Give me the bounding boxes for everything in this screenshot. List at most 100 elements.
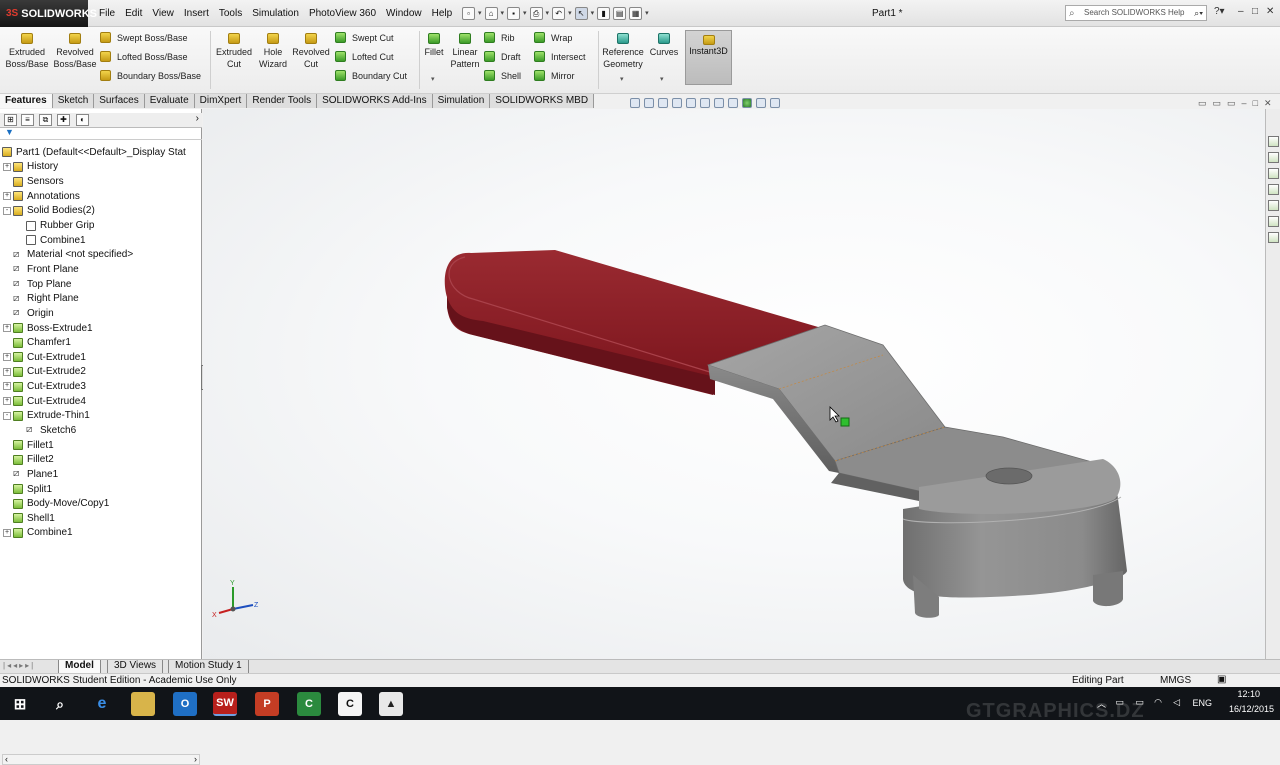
- tree-node[interactable]: ⧄ Material <not specified>: [0, 247, 202, 262]
- design-library-icon[interactable]: [1268, 152, 1279, 163]
- mirror-button[interactable]: Mirror: [534, 70, 575, 81]
- options-icon[interactable]: ▦: [629, 6, 643, 20]
- tree-node[interactable]: Fillet1: [0, 438, 202, 453]
- menu-file[interactable]: File: [94, 8, 120, 19]
- displaymanager-tab-icon[interactable]: ◐: [76, 114, 89, 126]
- viewport-restore-icon[interactable]: □: [1253, 98, 1258, 109]
- tree-node[interactable]: ⧄ Origin: [0, 306, 202, 321]
- tree-node[interactable]: Fillet2: [0, 452, 202, 467]
- clock-time[interactable]: 12:10: [1237, 689, 1260, 699]
- viewport-split-icon[interactable]: ▭: [1213, 98, 1222, 109]
- help-icon[interactable]: ?▾: [1214, 6, 1225, 17]
- dynamic-annotation-icon[interactable]: [686, 98, 696, 108]
- volume-icon[interactable]: ◁: [1173, 697, 1180, 708]
- tree-filter[interactable]: ▼: [0, 127, 202, 140]
- menu-photoview[interactable]: PhotoView 360: [304, 8, 381, 19]
- windows-start-icon[interactable]: ⊞: [8, 692, 32, 716]
- menu-window[interactable]: Window: [381, 8, 427, 19]
- tab-addins[interactable]: SOLIDWORKS Add-Ins: [317, 94, 433, 108]
- curves-button[interactable]: Curves: [648, 33, 680, 58]
- tree-node[interactable]: + Cut-Extrude1: [0, 350, 202, 365]
- expand-icon[interactable]: +: [3, 352, 11, 361]
- view-palette-icon[interactable]: [1268, 184, 1279, 195]
- rib-button[interactable]: Rib: [484, 32, 515, 43]
- tree-node[interactable]: ⧄ Right Plane: [0, 291, 202, 306]
- scroll-right-icon[interactable]: ›: [194, 754, 197, 764]
- tree-node[interactable]: + Cut-Extrude2: [0, 365, 202, 380]
- expand-icon[interactable]: +: [3, 396, 11, 405]
- tree-node[interactable]: Combine1: [0, 233, 202, 248]
- graphics-area[interactable]: Y Z X: [203, 109, 1265, 659]
- zoom-to-fit-icon[interactable]: [630, 98, 640, 108]
- tab-dimxpert[interactable]: DimXpert: [194, 94, 248, 108]
- reference-geometry-button[interactable]: Reference Geometry: [600, 33, 646, 70]
- file-explorer-taskbar-icon[interactable]: [131, 692, 155, 716]
- tree-node[interactable]: ⧄ Front Plane: [0, 262, 202, 277]
- linear-pattern-button[interactable]: Linear Pattern: [448, 33, 482, 70]
- expand-icon[interactable]: +: [3, 323, 11, 332]
- tab-mbd[interactable]: SOLIDWORKS MBD: [490, 94, 595, 108]
- revolved-cut-button[interactable]: Revolved Cut: [291, 33, 331, 70]
- tab-evaluate[interactable]: Evaluate: [144, 94, 195, 108]
- intersect-button[interactable]: Intersect: [534, 51, 586, 62]
- expand-icon[interactable]: +: [3, 162, 11, 171]
- shell-button[interactable]: Shell: [484, 70, 521, 81]
- camtasia-icon[interactable]: C: [297, 692, 321, 716]
- fillet-dropdown-icon[interactable]: ▾: [431, 75, 435, 83]
- solidworks-forum-icon[interactable]: [1268, 232, 1279, 243]
- expand-panel-icon[interactable]: ›: [196, 113, 199, 124]
- revolved-boss-button[interactable]: Revolved Boss/Base: [52, 33, 98, 70]
- swept-boss-button[interactable]: Swept Boss/Base: [100, 32, 188, 43]
- rebuild-icon[interactable]: ▮: [597, 6, 611, 20]
- clock-date[interactable]: 16/12/2015: [1229, 704, 1274, 714]
- boundary-cut-button[interactable]: Boundary Cut: [335, 70, 407, 81]
- edge-browser-icon[interactable]: e: [90, 692, 114, 716]
- language-indicator[interactable]: ENG: [1192, 698, 1212, 708]
- expand-icon[interactable]: +: [3, 528, 11, 537]
- search-dropdown-icon[interactable]: ⌕▾: [1194, 6, 1203, 20]
- curves-dropdown-icon[interactable]: ▾: [660, 75, 664, 83]
- tab-motion-study[interactable]: Motion Study 1: [168, 660, 249, 673]
- print-icon[interactable]: ⎙: [529, 6, 543, 20]
- outlook-icon[interactable]: O: [173, 692, 197, 716]
- scroll-left-icon[interactable]: ‹: [5, 754, 8, 764]
- tree-node[interactable]: + Combine1: [0, 526, 202, 541]
- save-icon[interactable]: ▪: [507, 6, 521, 20]
- undo-icon[interactable]: ↶: [552, 6, 566, 20]
- collapse-icon[interactable]: -: [3, 411, 11, 420]
- tree-node[interactable]: ⧄ Top Plane: [0, 277, 202, 292]
- solidworks-taskbar-icon[interactable]: SW: [213, 692, 237, 716]
- dimxpertmanager-tab-icon[interactable]: ✚: [57, 114, 70, 126]
- tab-scroll-arrows-icon[interactable]: |◂◂▸▸|: [3, 661, 35, 670]
- search-help-input[interactable]: ⌕ Search SOLIDWORKS Help ⌕▾: [1065, 5, 1207, 21]
- tab-surfaces[interactable]: Surfaces: [94, 94, 145, 108]
- open-folder-icon[interactable]: ⌂: [484, 6, 498, 20]
- menu-help[interactable]: Help: [427, 8, 458, 19]
- restore-icon[interactable]: □: [1252, 6, 1258, 17]
- tree-horizontal-scrollbar[interactable]: ‹ ›: [2, 754, 200, 765]
- view-settings-icon[interactable]: [770, 98, 780, 108]
- tree-node[interactable]: Part1 (Default<<Default>_Display Stat: [0, 145, 202, 160]
- viewport-minimize-icon[interactable]: –: [1242, 98, 1247, 109]
- hide-show-items-icon[interactable]: [728, 98, 738, 108]
- previous-view-icon[interactable]: [658, 98, 668, 108]
- file-explorer-icon[interactable]: [1268, 168, 1279, 179]
- appearances-icon[interactable]: [1268, 200, 1279, 211]
- menu-edit[interactable]: Edit: [120, 8, 147, 19]
- lofted-boss-button[interactable]: Lofted Boss/Base: [100, 51, 188, 62]
- fillet-button[interactable]: Fillet: [421, 33, 447, 58]
- zoom-to-area-icon[interactable]: [644, 98, 654, 108]
- draft-button[interactable]: Draft: [484, 51, 521, 62]
- powerpoint-icon[interactable]: P: [255, 692, 279, 716]
- extruded-boss-button[interactable]: Extruded Boss/Base: [4, 33, 50, 70]
- configurationmanager-tab-icon[interactable]: ⧉: [39, 114, 52, 126]
- status-units[interactable]: MMGS: [1160, 675, 1191, 686]
- tree-node[interactable]: + Cut-Extrude3: [0, 379, 202, 394]
- tab-render-tools[interactable]: Render Tools: [247, 94, 318, 108]
- tree-node[interactable]: + History: [0, 160, 202, 175]
- tree-node[interactable]: + Cut-Extrude4: [0, 394, 202, 409]
- menu-view[interactable]: View: [147, 8, 179, 19]
- file-properties-icon[interactable]: ▤: [613, 6, 627, 20]
- reference-geometry-dropdown-icon[interactable]: ▾: [620, 75, 624, 83]
- camtasia-recorder-icon[interactable]: C: [338, 692, 362, 716]
